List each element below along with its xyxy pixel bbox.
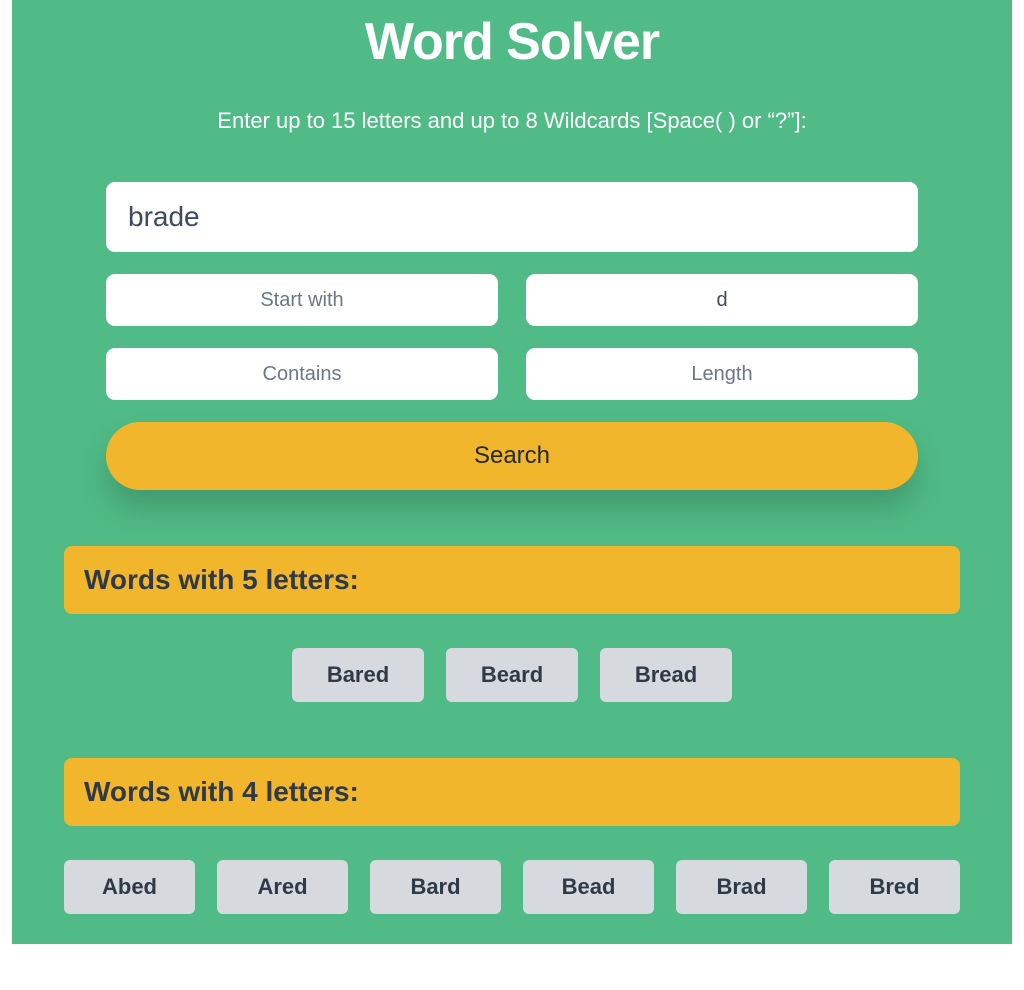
word-chip[interactable]: Beard [446,648,578,702]
letters-input-value: brade [128,201,200,233]
start-with-input[interactable]: Start with [106,274,498,326]
results-group-4-letters: Words with 4 letters: Abed Ared Bard Bea… [12,758,1012,914]
group-heading: Words with 5 letters: [64,546,960,614]
results-group-5-letters: Words with 5 letters: Bared Beard Bread [12,546,1012,702]
word-chip[interactable]: Bard [370,860,501,914]
contains-input[interactable]: Contains [106,348,498,400]
search-button[interactable]: Search [106,422,918,490]
word-chip[interactable]: Bared [292,648,424,702]
word-chip[interactable]: Bread [600,648,732,702]
page-title: Word Solver [12,0,1012,72]
word-chip-row: Abed Ared Bard Bead Brad Bred [64,860,960,914]
instructions-text: Enter up to 15 letters and up to 8 Wildc… [12,108,1012,134]
group-heading: Words with 4 letters: [64,758,960,826]
word-chip[interactable]: Brad [676,860,807,914]
word-chip[interactable]: Bred [829,860,960,914]
word-chip[interactable]: Abed [64,860,195,914]
word-chip-row: Bared Beard Bread [64,648,960,702]
word-chip[interactable]: Ared [217,860,348,914]
letters-input[interactable]: brade [106,182,918,252]
end-with-input[interactable]: d [526,274,918,326]
word-chip[interactable]: Bead [523,860,654,914]
length-input[interactable]: Length [526,348,918,400]
search-form: brade Start with d Contains Length Searc… [106,182,918,490]
